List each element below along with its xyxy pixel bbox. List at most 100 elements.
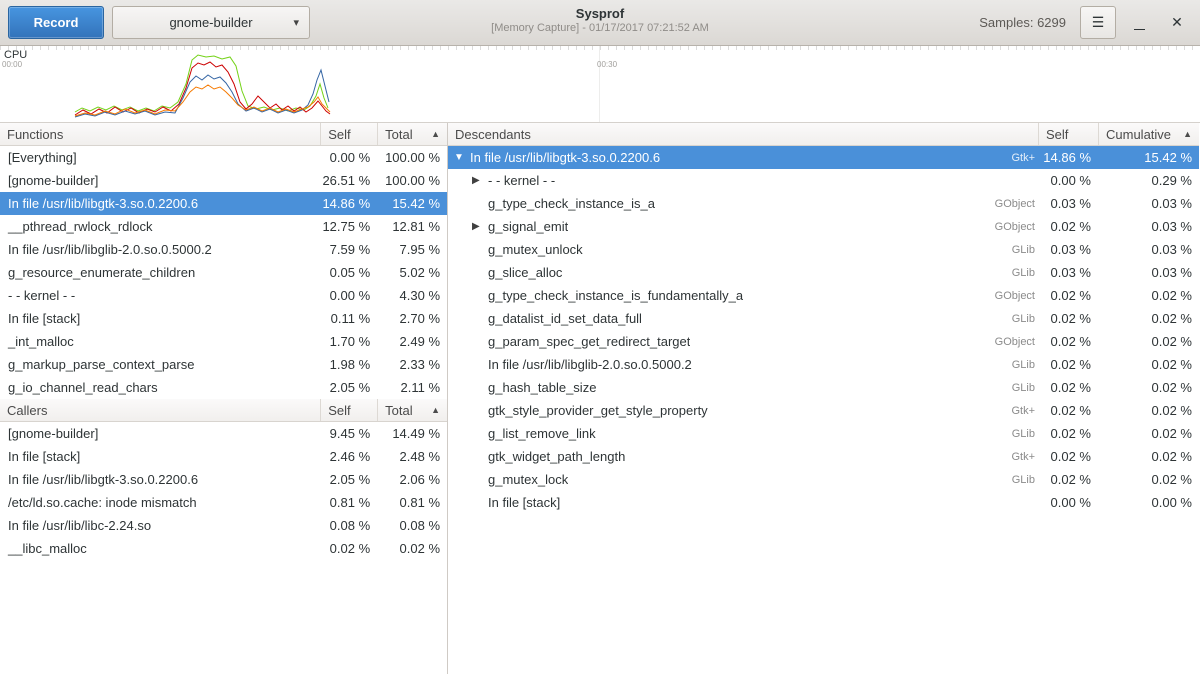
function-name: In file [stack] [0,311,321,326]
samples-count: Samples: 6299 [979,15,1066,30]
self-value: 7.59 % [321,242,378,257]
total-column-header[interactable]: Total ▲ [378,123,447,145]
self-column-label: Self [328,403,350,418]
total-value: 5.02 % [378,265,447,280]
self-value: 0.02 % [1039,357,1099,372]
table-row[interactable]: g_markup_parse_context_parse1.98 %2.33 % [0,353,447,376]
total-value: 2.48 % [378,449,447,464]
close-button[interactable]: ✕ [1162,8,1192,38]
function-name: g_list_remove_link [488,426,596,441]
function-name: g_mutex_lock [488,472,568,487]
function-name-cell: In file /usr/lib/libglib-2.0.so.0.5000.2… [448,357,1039,372]
expander-icon[interactable]: ▶ [472,221,488,232]
functions-column-label: Functions [7,127,63,142]
descendants-table-header: Descendants Self Cumulative ▲ [448,123,1199,146]
table-row[interactable]: In file /usr/lib/libgtk-3.so.0.2200.614.… [0,192,447,215]
table-row[interactable]: g_datalist_id_set_data_fullGLib0.02 %0.0… [448,307,1199,330]
self-column-label: Self [328,127,350,142]
table-row[interactable]: g_hash_table_sizeGLib0.02 %0.02 % [448,376,1199,399]
table-row[interactable]: - - kernel - -0.00 %4.30 % [0,284,447,307]
table-row[interactable]: g_param_spec_get_redirect_targetGObject0… [448,330,1199,353]
right-panel: Descendants Self Cumulative ▲ ▼In file /… [448,123,1199,674]
function-name: [gnome-builder] [0,173,321,188]
table-row[interactable]: ▶g_signal_emitGObject0.02 %0.03 % [448,215,1199,238]
function-name: g_datalist_id_set_data_full [488,311,642,326]
self-value: 0.02 % [1039,334,1099,349]
table-row[interactable]: g_mutex_unlockGLib0.03 %0.03 % [448,238,1199,261]
process-selector-dropdown[interactable]: gnome-builder ▾ [112,6,310,39]
library-tag: GLib [1004,382,1035,394]
minimize-button[interactable] [1124,8,1154,38]
table-row[interactable]: ▶- - kernel - -0.00 %0.29 % [448,169,1199,192]
table-row[interactable]: g_list_remove_linkGLib0.02 %0.02 % [448,422,1199,445]
table-row[interactable]: g_io_channel_read_chars2.05 %2.11 % [0,376,447,399]
function-name: - - kernel - - [0,288,321,303]
total-value: 100.00 % [378,173,447,188]
expander-icon[interactable]: ▼ [454,152,470,163]
library-tag: Gtk+ [1003,152,1035,164]
table-row[interactable]: g_mutex_lockGLib0.02 %0.02 % [448,468,1199,491]
table-row[interactable]: In file /usr/lib/libglib-2.0.so.0.5000.2… [448,353,1199,376]
table-row[interactable]: In file /usr/lib/libc-2.24.so0.08 %0.08 … [0,514,447,537]
self-value: 0.02 % [1039,219,1099,234]
callers-table-header: Callers Self Total ▲ [0,399,447,422]
table-row[interactable]: gtk_style_provider_get_style_propertyGtk… [448,399,1199,422]
function-name: In file /usr/lib/libglib-2.0.so.0.5000.2 [0,242,321,257]
table-row[interactable]: In file [stack]0.11 %2.70 % [0,307,447,330]
table-row[interactable]: In file [stack]2.46 %2.48 % [0,445,447,468]
table-row[interactable]: [Everything]0.00 %100.00 % [0,146,447,169]
function-name-cell: g_datalist_id_set_data_fullGLib [448,311,1039,326]
cumulative-column-header[interactable]: Cumulative ▲ [1099,123,1199,145]
function-name: /etc/ld.so.cache: inode mismatch [0,495,321,510]
table-row[interactable]: g_type_check_instance_is_aGObject0.03 %0… [448,192,1199,215]
self-column-header[interactable]: Self [1039,123,1099,145]
self-value: 0.02 % [1039,472,1099,487]
self-value: 2.05 % [321,472,378,487]
library-tag: GLib [1004,474,1035,486]
close-icon: ✕ [1171,14,1183,31]
total-value: 100.00 % [378,150,447,165]
self-column-header[interactable]: Self [321,123,378,145]
cumulative-value: 0.02 % [1099,311,1199,326]
total-value: 0.08 % [378,518,447,533]
cpu-usage-graph[interactable]: CPU 00:00 00:30 [0,46,1200,123]
table-row[interactable]: In file [stack]0.00 %0.00 % [448,491,1199,514]
table-row[interactable]: /etc/ld.so.cache: inode mismatch0.81 %0.… [0,491,447,514]
table-row[interactable]: [gnome-builder]26.51 %100.00 % [0,169,447,192]
function-name-cell: gtk_widget_path_lengthGtk+ [448,449,1039,464]
table-row[interactable]: g_type_check_instance_is_fundamentally_a… [448,284,1199,307]
total-value: 14.49 % [378,426,447,441]
function-name-cell: g_list_remove_link GLib [448,426,1039,441]
table-row[interactable]: In file /usr/lib/libglib-2.0.so.0.5000.2… [0,238,447,261]
self-value: 0.02 % [1039,380,1099,395]
table-row[interactable]: _int_malloc1.70 %2.49 % [0,330,447,353]
table-row[interactable]: [gnome-builder]9.45 %14.49 % [0,422,447,445]
function-name: g_type_check_instance_is_fundamentally_a [488,288,743,303]
callers-column-header[interactable]: Callers [0,399,321,421]
function-name: g_markup_parse_context_parse [0,357,321,372]
table-row[interactable]: g_resource_enumerate_children0.05 %5.02 … [0,261,447,284]
self-column-header[interactable]: Self [321,399,378,421]
expander-icon[interactable]: ▶ [472,175,488,186]
table-row[interactable]: g_slice_allocGLib0.03 %0.03 % [448,261,1199,284]
capture-subtitle: [Memory Capture] - 01/17/2017 07:21:52 A… [491,22,709,36]
function-name-cell: In file [stack] [448,495,1039,510]
self-value: 2.05 % [321,380,378,395]
self-value: 0.11 % [321,311,378,326]
menu-button[interactable]: ☰ [1080,6,1116,39]
cpu-lines-chart [0,46,1200,123]
library-tag: GLib [1004,428,1035,440]
descendants-column-header[interactable]: Descendants [448,123,1039,145]
table-row[interactable]: ▼In file /usr/lib/libgtk-3.so.0.2200.6Gt… [448,146,1199,169]
total-column-header[interactable]: Total ▲ [378,399,447,421]
functions-column-header[interactable]: Functions [0,123,321,145]
chevron-down-icon: ▾ [293,16,299,29]
self-value: 0.02 % [321,541,378,556]
self-value: 0.00 % [1039,495,1099,510]
record-button[interactable]: Record [8,6,104,39]
table-row[interactable]: In file /usr/lib/libgtk-3.so.0.2200.62.0… [0,468,447,491]
cumulative-value: 0.02 % [1099,449,1199,464]
table-row[interactable]: __libc_malloc0.02 %0.02 % [0,537,447,560]
table-row[interactable]: __pthread_rwlock_rdlock12.75 %12.81 % [0,215,447,238]
table-row[interactable]: gtk_widget_path_lengthGtk+0.02 %0.02 % [448,445,1199,468]
